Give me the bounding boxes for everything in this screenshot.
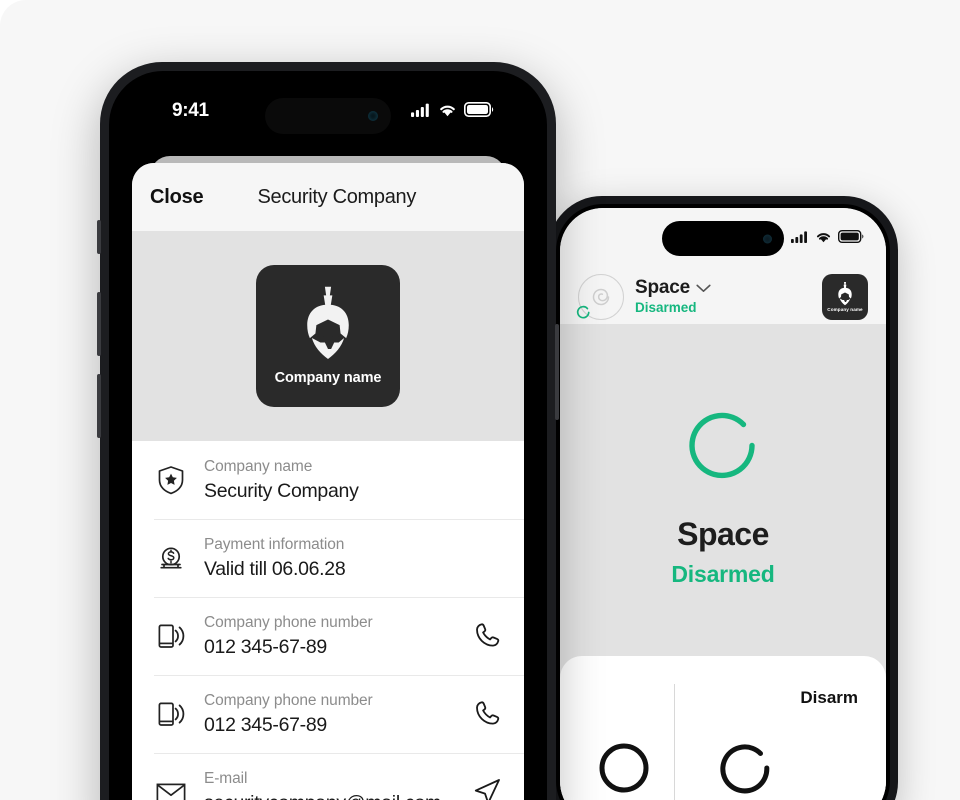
send-icon bbox=[474, 779, 500, 800]
list-item-label: E-mail bbox=[204, 769, 248, 787]
circle-armed-icon bbox=[599, 743, 649, 793]
control-bar-divider bbox=[674, 684, 675, 800]
list-item[interactable]: Company phone number 012 345-67-89 bbox=[132, 597, 524, 675]
coin-dollar-icon bbox=[154, 543, 188, 573]
list-item-text: Company name Security Company bbox=[204, 458, 504, 503]
space-status-label: Disarmed bbox=[635, 300, 697, 316]
volume-up-button-left-phone[interactable] bbox=[97, 292, 101, 356]
company-logo-caption: Company name bbox=[827, 307, 863, 312]
list-item-value: 012 345-67-89 bbox=[204, 635, 327, 658]
company-detail-sheet: Close Security Company Company name Comp… bbox=[132, 163, 524, 800]
wifi-icon bbox=[816, 232, 831, 242]
space-state-block: Space Disarmed bbox=[560, 404, 886, 588]
call-button[interactable] bbox=[470, 619, 504, 653]
app-canvas: Space Disarmed Company name Space Disarm… bbox=[0, 0, 960, 800]
status-bar-left: 9:41 bbox=[114, 76, 542, 144]
list-item-value: securitycompany@mail.com bbox=[204, 792, 460, 800]
space-state-label: Disarmed bbox=[671, 561, 775, 587]
space-header-text: Space Disarmed bbox=[635, 277, 711, 316]
status-bar-right bbox=[560, 208, 886, 270]
list-item-text: Payment information Valid till 06.06.28 bbox=[204, 536, 504, 581]
volume-down-button-left-phone[interactable] bbox=[97, 374, 101, 438]
battery-icon bbox=[838, 230, 864, 243]
phone-screen-left: 9:41 Close Security Company Company name… bbox=[114, 76, 542, 800]
list-item-label: Company phone number bbox=[204, 691, 373, 709]
company-logo-hero: Company name bbox=[132, 231, 524, 441]
arm-button[interactable] bbox=[598, 742, 650, 794]
status-icons-left bbox=[411, 102, 494, 117]
list-item[interactable]: Company name Security Company bbox=[132, 441, 524, 519]
phone-bezel-right: Space Disarmed Company name Space Disarm… bbox=[556, 204, 890, 800]
company-info-list: Company name Security Company Payment in… bbox=[132, 441, 524, 800]
shield-star-icon bbox=[154, 465, 188, 495]
cellular-signal-icon bbox=[791, 230, 807, 243]
space-name-heading: Space bbox=[677, 516, 769, 552]
cellular-signal-icon bbox=[411, 103, 429, 117]
dynamic-island-left bbox=[265, 98, 391, 134]
space-header-right: Space Disarmed Company name bbox=[560, 270, 886, 324]
call-icon bbox=[476, 623, 500, 647]
list-item-text: Company phone number 012 345-67-89 bbox=[204, 614, 460, 659]
phone-device-right: Space Disarmed Company name Space Disarm… bbox=[546, 196, 898, 800]
list-item-text: E-mail securitycompany@mail.com bbox=[204, 770, 460, 800]
dynamic-island-right bbox=[662, 221, 784, 256]
list-item-value: 012 345-67-89 bbox=[204, 713, 327, 736]
chevron-down-icon[interactable] bbox=[696, 284, 711, 293]
phone-screen-right: Space Disarmed Company name Space Disarm… bbox=[560, 208, 886, 800]
list-item-label: Company phone number bbox=[204, 613, 373, 631]
list-item-text: Company phone number 012 345-67-89 bbox=[204, 692, 460, 737]
wifi-icon bbox=[440, 105, 455, 116]
control-bar-right: Disarm bbox=[560, 656, 886, 800]
list-item[interactable]: Payment information Valid till 06.06.28 bbox=[132, 519, 524, 597]
space-main-right: Space Disarmed Disarm bbox=[560, 324, 886, 800]
power-button-left-phone[interactable] bbox=[555, 324, 559, 420]
battery-icon bbox=[464, 102, 494, 117]
list-item[interactable]: E-mail securitycompany@mail.com bbox=[132, 753, 524, 800]
spartan-helmet-icon bbox=[307, 286, 349, 360]
arc-disarmed-icon bbox=[576, 305, 590, 319]
list-item-value: Security Company bbox=[204, 479, 359, 502]
spartan-helmet-icon bbox=[838, 282, 852, 306]
call-button[interactable] bbox=[470, 697, 504, 731]
space-name-label: Space bbox=[635, 277, 690, 299]
clock-label: 9:41 bbox=[172, 100, 209, 121]
company-logo-badge[interactable]: Company name bbox=[822, 274, 868, 320]
list-item-label: Company name bbox=[204, 457, 313, 475]
close-button[interactable]: Close bbox=[150, 186, 204, 209]
company-logo-caption: Company name bbox=[274, 370, 382, 386]
send-email-button[interactable] bbox=[470, 775, 504, 800]
envelope-icon bbox=[154, 779, 188, 800]
list-item-label: Payment information bbox=[204, 535, 345, 553]
disarm-button[interactable] bbox=[720, 742, 772, 794]
space-selector[interactable]: Space bbox=[635, 277, 711, 299]
phone-device-left: 9:41 Close Security Company Company name… bbox=[97, 62, 559, 800]
company-logo-card: Company name bbox=[256, 265, 400, 407]
front-camera-icon-right bbox=[763, 234, 772, 243]
sheet-navbar: Close Security Company bbox=[132, 163, 524, 231]
arc-disarmed-icon bbox=[689, 412, 755, 479]
phone-ringing-icon bbox=[154, 620, 188, 652]
avatar-status-badge bbox=[575, 304, 592, 321]
avatar[interactable] bbox=[575, 274, 624, 321]
list-item-value: Valid till 06.06.28 bbox=[204, 557, 346, 580]
page-title: Security Company bbox=[257, 185, 417, 208]
list-item[interactable]: Company phone number 012 345-67-89 bbox=[132, 675, 524, 753]
phone-bezel-left: 9:41 Close Security Company Company name… bbox=[109, 71, 547, 800]
arc-disarmed-icon bbox=[720, 744, 770, 794]
disarm-label: Disarm bbox=[800, 688, 858, 707]
status-icons-right bbox=[791, 230, 864, 243]
front-camera-icon-left bbox=[368, 111, 378, 121]
phone-ringing-icon bbox=[154, 698, 188, 730]
call-icon bbox=[476, 701, 500, 725]
mute-switch-left-phone[interactable] bbox=[97, 220, 101, 254]
